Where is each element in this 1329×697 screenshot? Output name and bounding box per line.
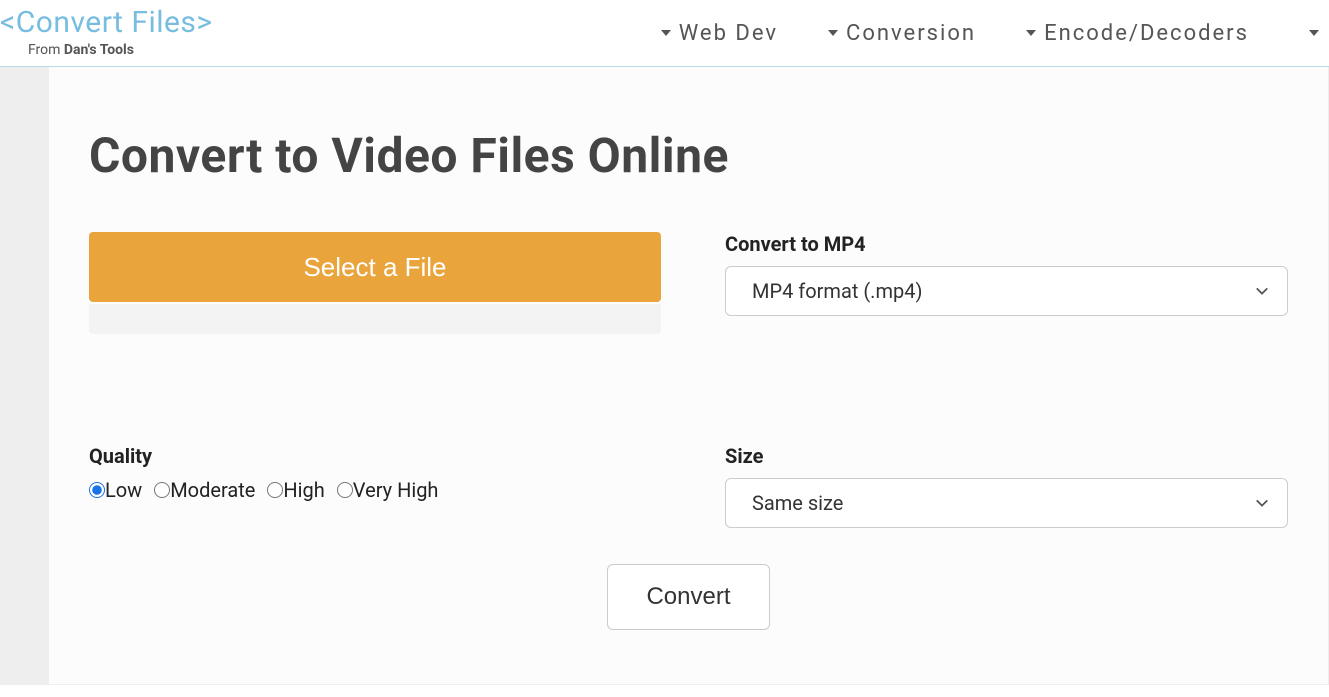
size-label: Size: [725, 444, 1288, 468]
size-select-value: Same size: [752, 491, 843, 515]
radio-label: Very High: [353, 478, 439, 502]
chevron-down-icon: [1255, 496, 1269, 510]
file-dropzone-placeholder: [89, 304, 661, 334]
page-background: Convert to Video Files Online Select a F…: [0, 67, 1329, 685]
row-quality-size: Quality Low Moderate High: [89, 444, 1288, 528]
radio-label: Low: [105, 478, 142, 502]
convert-row: Convert: [89, 564, 1288, 630]
quality-radio-low[interactable]: Low: [89, 478, 142, 502]
site-header: <Convert Files> From Dan's Tools Web Dev…: [0, 0, 1329, 67]
nav-item-encoders[interactable]: Encode/Decoders: [1026, 21, 1249, 46]
nav-item-webdev[interactable]: Web Dev: [661, 21, 778, 46]
convert-button[interactable]: Convert: [607, 564, 769, 630]
logo-text[interactable]: <Convert Files>: [0, 8, 213, 38]
size-column: Size Same size: [725, 444, 1288, 528]
logo-subtitle: From Dan's Tools: [0, 42, 213, 58]
quality-radios: Low Moderate High Very High: [89, 478, 661, 502]
nav-label: Conversion: [846, 21, 976, 46]
radio-label: High: [283, 478, 324, 502]
size-select[interactable]: Same size: [725, 478, 1288, 528]
radio-input-moderate[interactable]: [154, 482, 170, 498]
row-file-format: Select a File Convert to MP4 MP4 format …: [89, 232, 1288, 334]
top-nav: Web Dev Conversion Encode/Decoders: [661, 21, 1329, 46]
quality-radio-high[interactable]: High: [267, 478, 324, 502]
quality-radio-moderate[interactable]: Moderate: [154, 478, 255, 502]
format-column: Convert to MP4 MP4 format (.mp4): [725, 232, 1288, 316]
select-file-button[interactable]: Select a File: [89, 232, 661, 302]
chevron-down-icon: [1255, 284, 1269, 298]
page-title: Convert to Video Files Online: [89, 127, 1288, 184]
logo-sub-brand: Dan's Tools: [64, 42, 134, 58]
logo-sub-from: From: [28, 42, 64, 58]
quality-label: Quality: [89, 444, 661, 468]
nav-item-conversion[interactable]: Conversion: [828, 21, 976, 46]
caret-down-icon: [828, 30, 838, 36]
radio-input-veryhigh[interactable]: [337, 482, 353, 498]
file-column: Select a File: [89, 232, 661, 334]
caret-down-icon: [661, 30, 671, 36]
quality-column: Quality Low Moderate High: [89, 444, 661, 502]
format-select[interactable]: MP4 format (.mp4): [725, 266, 1288, 316]
nav-label: Web Dev: [679, 21, 778, 46]
radio-label: Moderate: [170, 478, 255, 502]
format-label: Convert to MP4: [725, 232, 1288, 256]
radio-input-high[interactable]: [267, 482, 283, 498]
main-panel: Convert to Video Files Online Select a F…: [48, 67, 1329, 685]
quality-radio-veryhigh[interactable]: Very High: [337, 478, 439, 502]
nav-label: Encode/Decoders: [1044, 21, 1249, 46]
caret-down-icon[interactable]: [1309, 30, 1319, 36]
logo-block: <Convert Files> From Dan's Tools: [0, 8, 213, 58]
radio-input-low[interactable]: [89, 482, 105, 498]
format-select-value: MP4 format (.mp4): [752, 279, 922, 303]
caret-down-icon: [1026, 30, 1036, 36]
